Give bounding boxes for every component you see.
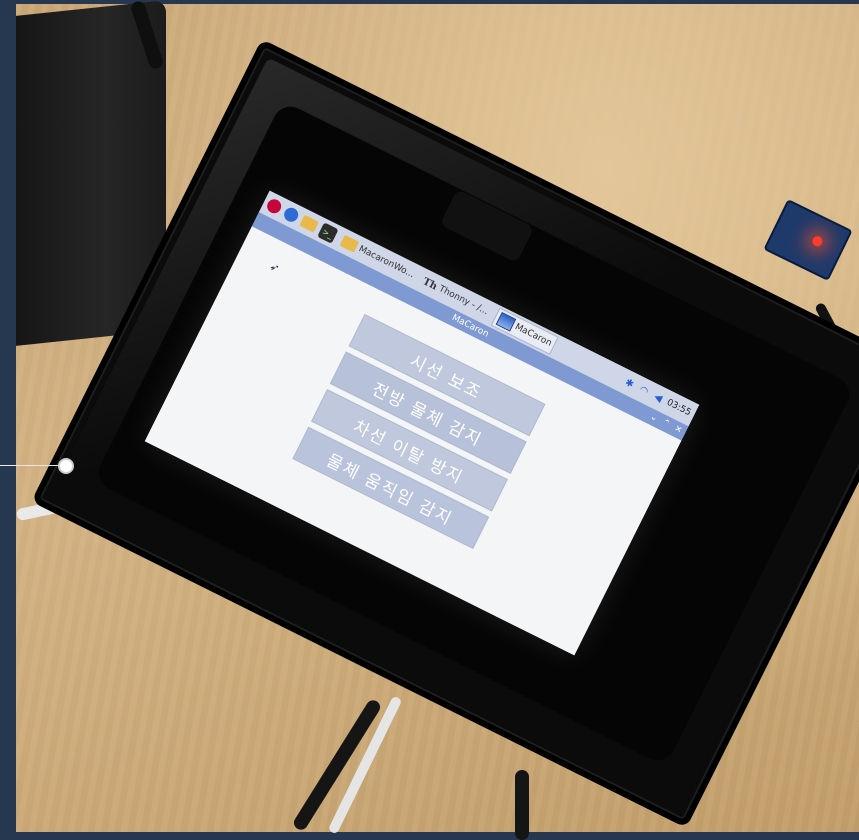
volume-icon[interactable]: ◀ <box>650 390 666 406</box>
folder-icon <box>339 234 360 253</box>
browser-icon[interactable] <box>281 205 301 225</box>
cable-bottom-black-2 <box>515 770 529 840</box>
wifi-icon[interactable]: ◠ <box>636 383 652 399</box>
clock[interactable]: 03:55 <box>665 398 693 419</box>
folder-icon[interactable] <box>299 214 319 233</box>
terminal-icon[interactable]: >_ <box>317 222 339 244</box>
sensor-led <box>810 234 825 248</box>
raspberry-menu-icon[interactable] <box>264 196 284 216</box>
annotation-line <box>0 465 64 466</box>
app-window-icon <box>495 311 516 332</box>
bluetooth-icon[interactable]: ✱ <box>621 375 637 391</box>
thonny-icon: Th <box>420 275 440 293</box>
mouse-cursor-icon: ➶ <box>267 259 282 276</box>
annotation-dot <box>58 458 74 474</box>
